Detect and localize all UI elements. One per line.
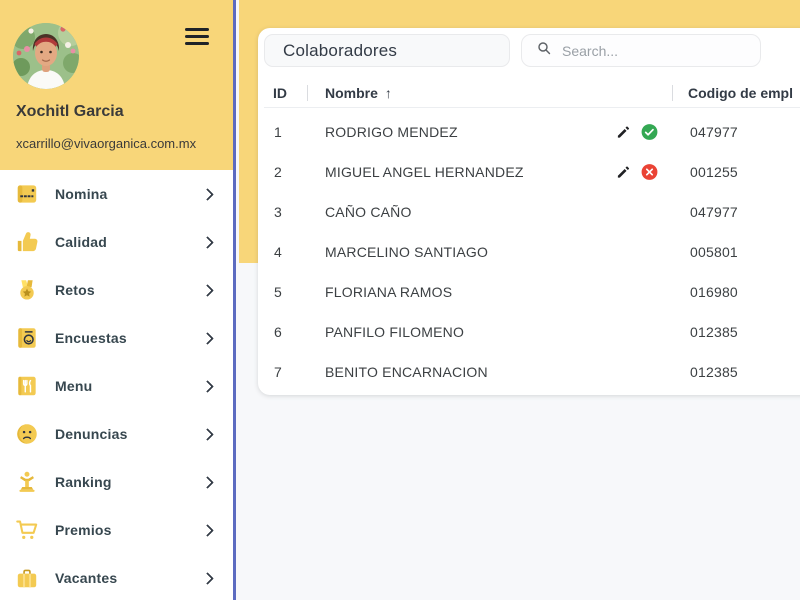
table-row[interactable]: 6 PANFILO FILOMENO 012385 (264, 312, 800, 352)
cell-id: 7 (274, 364, 282, 380)
table-body: 1 RODRIGO MENDEZ 047977 2 MIGUEL ANGEL H… (264, 108, 800, 392)
search-icon (536, 40, 552, 61)
chevron-right-icon (201, 524, 214, 537)
column-label: Nombre (325, 85, 378, 101)
sidebar-item-label: Denuncias (55, 426, 128, 442)
sidebar-item-label: Encuestas (55, 330, 127, 346)
cell-nombre: MIGUEL ANGEL HERNANDEZ (325, 164, 524, 180)
sidebar-item-label: Nomina (55, 186, 108, 202)
chevron-right-icon (201, 476, 214, 489)
cell-id: 5 (274, 284, 282, 300)
chevron-right-icon (201, 236, 214, 249)
app-window: Xochitl Garcia xcarrillo@vivaorganica.co… (0, 0, 800, 600)
sidebar-item-calidad[interactable]: Calidad (0, 218, 233, 266)
row-actions (616, 123, 659, 142)
sidebar-item-label: Ranking (55, 474, 112, 490)
table-row[interactable]: 1 RODRIGO MENDEZ 047977 (264, 112, 800, 152)
hamburger-menu-icon[interactable] (185, 28, 209, 45)
search-box[interactable] (521, 34, 761, 67)
table-header: ID Nombre ↑ Codigo de empl (264, 78, 800, 108)
user-email: xcarrillo@vivaorganica.com.mx (16, 136, 196, 151)
table-row[interactable]: 3 CAÑO CAÑO 047977 (264, 192, 800, 232)
sidebar-menu: Nomina Calidad Retos Encuestas Menu Denu… (0, 170, 233, 600)
sidebar-item-denuncias[interactable]: Denuncias (0, 410, 233, 458)
page-title: Colaboradores (264, 34, 510, 67)
chevron-right-icon (201, 380, 214, 393)
header-divider (307, 85, 308, 101)
cell-id: 4 (274, 244, 282, 260)
cutlery-icon (14, 373, 40, 399)
sidebar-item-vacantes[interactable]: Vacantes (0, 554, 233, 600)
table-row[interactable]: 5 FLORIANA RAMOS 016980 (264, 272, 800, 312)
table-row[interactable]: 2 MIGUEL ANGEL HERNANDEZ 001255 (264, 152, 800, 192)
sidebar-item-encuestas[interactable]: Encuestas (0, 314, 233, 362)
cell-codigo: 047977 (690, 124, 738, 140)
cell-nombre: BENITO ENCARNACION (325, 364, 488, 380)
sidebar-item-menu[interactable]: Menu (0, 362, 233, 410)
cell-codigo: 001255 (690, 164, 738, 180)
edit-pencil-icon[interactable] (616, 165, 631, 180)
table-row[interactable]: 7 BENITO ENCARNACION 012385 (264, 352, 800, 392)
cell-codigo: 047977 (690, 204, 738, 220)
sidebar-item-nomina[interactable]: Nomina (0, 170, 233, 218)
row-actions (616, 163, 659, 182)
sidebar-item-label: Premios (55, 522, 112, 538)
status-inactive-icon[interactable] (640, 163, 659, 182)
sort-asc-icon: ↑ (385, 85, 392, 101)
sad-face-icon (14, 421, 40, 447)
chevron-right-icon (201, 284, 214, 297)
chevron-right-icon (201, 428, 214, 441)
sidebar-item-premios[interactable]: Premios (0, 506, 233, 554)
table-row[interactable]: 4 MARCELINO SANTIAGO 005801 (264, 232, 800, 272)
cell-nombre: RODRIGO MENDEZ (325, 124, 458, 140)
sidebar-header: Xochitl Garcia xcarrillo@vivaorganica.co… (0, 0, 233, 170)
column-header-nombre[interactable]: Nombre ↑ (325, 85, 392, 101)
cell-nombre: CAÑO CAÑO (325, 204, 412, 220)
main-area: Colaboradores ID Nombre ↑ Codigo de empl (239, 0, 800, 600)
column-header-id[interactable]: ID (273, 85, 287, 101)
medal-star-icon (14, 277, 40, 303)
chevron-right-icon (201, 332, 214, 345)
user-name: Xochitl Garcia (16, 103, 124, 121)
status-active-icon[interactable] (640, 123, 659, 142)
survey-book-icon (14, 325, 40, 351)
sidebar-item-retos[interactable]: Retos (0, 266, 233, 314)
header-divider (672, 85, 673, 101)
trophy-podium-icon (14, 469, 40, 495)
collaborators-card: Colaboradores ID Nombre ↑ Codigo de empl (258, 28, 800, 395)
cell-id: 1 (274, 124, 282, 140)
shopping-cart-icon (14, 517, 40, 543)
payroll-card-icon (14, 181, 40, 207)
sidebar-item-label: Vacantes (55, 570, 117, 586)
sidebar-item-ranking[interactable]: Ranking (0, 458, 233, 506)
cell-nombre: PANFILO FILOMENO (325, 324, 464, 340)
cell-nombre: MARCELINO SANTIAGO (325, 244, 488, 260)
briefcase-icon (14, 565, 40, 591)
cell-nombre: FLORIANA RAMOS (325, 284, 452, 300)
avatar[interactable] (13, 23, 79, 89)
cell-codigo: 012385 (690, 364, 738, 380)
cell-codigo: 005801 (690, 244, 738, 260)
cell-codigo: 012385 (690, 324, 738, 340)
thumbs-up-icon (14, 229, 40, 255)
sidebar-item-label: Calidad (55, 234, 107, 250)
card-toolbar: Colaboradores (264, 34, 800, 67)
cell-codigo: 016980 (690, 284, 738, 300)
cell-id: 3 (274, 204, 282, 220)
chevron-right-icon (201, 572, 214, 585)
edit-pencil-icon[interactable] (616, 125, 631, 140)
sidebar-item-label: Menu (55, 378, 92, 394)
search-input[interactable] (562, 43, 750, 59)
chevron-right-icon (201, 188, 214, 201)
sidebar-item-label: Retos (55, 282, 95, 298)
cell-id: 2 (274, 164, 282, 180)
sidebar: Xochitl Garcia xcarrillo@vivaorganica.co… (0, 0, 236, 600)
cell-id: 6 (274, 324, 282, 340)
column-header-codigo[interactable]: Codigo de empl (688, 85, 793, 101)
